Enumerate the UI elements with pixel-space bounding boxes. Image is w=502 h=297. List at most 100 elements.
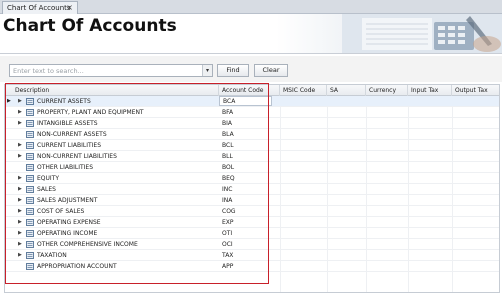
account-code-cell[interactable]: BIA — [219, 118, 272, 128]
description-cell[interactable]: PROPERTY, PLANT AND EQUIPMENT — [37, 107, 219, 117]
find-button[interactable]: Find — [217, 64, 249, 77]
account-code-cell[interactable]: INA — [219, 195, 272, 205]
description-cell[interactable]: SALES — [37, 184, 219, 194]
document-tabstrip: Chart Of Accounts × — [0, 0, 502, 14]
search-toolbar: ▾ Find Clear — [0, 56, 502, 82]
ledger-icon — [26, 230, 34, 237]
ledger-icon — [26, 109, 34, 116]
table-row[interactable]: ▶ COST OF SALES COG — [5, 206, 499, 217]
ledger-icon — [26, 175, 34, 182]
ledger-icon — [26, 153, 34, 160]
account-code-cell[interactable]: OTI — [219, 228, 272, 238]
account-code-cell[interactable]: OCI — [219, 239, 272, 249]
expand-arrow-icon[interactable]: ▶ — [18, 195, 22, 206]
close-icon[interactable]: × — [66, 2, 73, 14]
ledger-icon — [26, 98, 34, 105]
ledger-icon — [26, 263, 34, 270]
expand-arrow-icon[interactable]: ▶ — [18, 239, 22, 250]
description-cell[interactable]: CURRENT LIABILITIES — [37, 140, 219, 150]
table-row[interactable]: ▶ OPERATING INCOME OTI — [5, 228, 499, 239]
tab-chart-of-accounts[interactable]: Chart Of Accounts × — [2, 1, 78, 14]
ledger-icon — [26, 252, 34, 259]
expand-arrow-icon[interactable]: ▶ — [18, 217, 22, 228]
description-cell[interactable]: OPERATING EXPENSE — [37, 217, 219, 227]
expand-arrow-icon[interactable]: ▶ — [18, 206, 22, 217]
account-code-cell[interactable]: BLA — [219, 129, 272, 139]
description-cell[interactable]: OPERATING INCOME — [37, 228, 219, 238]
description-cell[interactable]: APPROPRIATION ACCOUNT — [37, 261, 219, 271]
column-header-sa[interactable]: SA — [327, 85, 366, 96]
account-code-cell[interactable]: BFA — [219, 107, 272, 117]
table-row[interactable]: ▶ ▶ CURRENT ASSETS BCA — [5, 96, 499, 107]
ledger-icon — [26, 208, 34, 215]
ledger-icon — [26, 219, 34, 226]
grid-header: Description Account Code MSIC Code SA Cu… — [5, 85, 499, 96]
description-cell[interactable]: INTANGIBLE ASSETS — [37, 118, 219, 128]
expand-arrow-icon[interactable]: ▶ — [18, 96, 22, 107]
table-row[interactable]: ▶ SALES INC — [5, 184, 499, 195]
table-row[interactable]: ▶ NON-CURRENT LIABILITIES BLL — [5, 151, 499, 162]
table-row[interactable]: NON-CURRENT ASSETS BLA — [5, 129, 499, 140]
account-code-cell[interactable]: TAX — [219, 250, 272, 260]
ledger-icon — [26, 142, 34, 149]
accounts-grid: Description Account Code MSIC Code SA Cu… — [4, 84, 500, 293]
description-cell[interactable]: COST OF SALES — [37, 206, 219, 216]
account-code-cell[interactable]: INC — [219, 184, 272, 194]
clear-button[interactable]: Clear — [254, 64, 288, 77]
current-row-icon: ▶ — [7, 98, 11, 104]
ledger-icon — [26, 186, 34, 193]
column-header-account-code[interactable]: Account Code — [219, 85, 280, 96]
description-cell[interactable]: OTHER COMPREHENSIVE INCOME — [37, 239, 219, 249]
ledger-icon — [26, 164, 34, 171]
table-row[interactable]: ▶ SALES ADJUSTMENT INA — [5, 195, 499, 206]
tab-label: Chart Of Accounts — [7, 4, 71, 12]
account-code-cell[interactable]: BOL — [219, 162, 272, 172]
description-cell[interactable]: SALES ADJUSTMENT — [37, 195, 219, 205]
column-header-output-tax[interactable]: Output Tax — [452, 85, 499, 96]
ledger-icon — [26, 120, 34, 127]
account-code-cell[interactable]: APP — [219, 261, 272, 271]
table-row[interactable]: ▶ PROPERTY, PLANT AND EQUIPMENT BFA — [5, 107, 499, 118]
expand-arrow-icon[interactable]: ▶ — [18, 250, 22, 261]
expand-arrow-icon[interactable]: ▶ — [18, 228, 22, 239]
ledger-icon — [26, 131, 34, 138]
expand-arrow-icon[interactable]: ▶ — [18, 184, 22, 195]
account-code-cell[interactable]: COG — [219, 206, 272, 216]
search-box: ▾ — [9, 64, 213, 77]
ledger-icon — [26, 241, 34, 248]
account-code-cell[interactable]: BEQ — [219, 173, 272, 183]
page-title: Chart Of Accounts — [3, 16, 177, 36]
table-row[interactable]: ▶ OPERATING EXPENSE EXP — [5, 217, 499, 228]
description-cell[interactable]: OTHER LIABILITIES — [37, 162, 219, 172]
account-code-cell[interactable]: EXP — [219, 217, 272, 227]
chevron-down-icon[interactable]: ▾ — [202, 65, 212, 76]
expand-arrow-icon[interactable]: ▶ — [18, 140, 22, 151]
ledger-icon — [26, 197, 34, 204]
description-cell[interactable]: CURRENT ASSETS — [37, 96, 219, 106]
calculator-banner-image — [342, 14, 502, 53]
expand-arrow-icon[interactable]: ▶ — [18, 107, 22, 118]
account-code-cell[interactable]: BLL — [219, 151, 272, 161]
page-header-banner: Chart Of Accounts — [0, 14, 502, 54]
table-row[interactable]: ▶ OTHER COMPREHENSIVE INCOME OCI — [5, 239, 499, 250]
description-cell[interactable]: NON-CURRENT ASSETS — [37, 129, 219, 139]
account-code-cell[interactable]: BCL — [219, 140, 272, 150]
table-row[interactable]: ▶ EQUITY BEQ — [5, 173, 499, 184]
description-cell[interactable]: NON-CURRENT LIABILITIES — [37, 151, 219, 161]
column-header-description[interactable]: Description — [5, 85, 219, 96]
table-row[interactable]: APPROPRIATION ACCOUNT APP — [5, 261, 499, 272]
column-header-currency[interactable]: Currency — [366, 85, 408, 96]
table-row[interactable]: OTHER LIABILITIES BOL — [5, 162, 499, 173]
table-row[interactable]: ▶ INTANGIBLE ASSETS BIA — [5, 118, 499, 129]
expand-arrow-icon[interactable]: ▶ — [18, 151, 22, 162]
expand-arrow-icon[interactable]: ▶ — [18, 118, 22, 129]
search-input[interactable] — [10, 65, 203, 76]
description-cell[interactable]: EQUITY — [37, 173, 219, 183]
column-header-input-tax[interactable]: Input Tax — [408, 85, 452, 96]
table-row[interactable]: ▶ TAXATION TAX — [5, 250, 499, 261]
account-code-cell[interactable]: BCA — [219, 96, 272, 106]
expand-arrow-icon[interactable]: ▶ — [18, 173, 22, 184]
column-header-msic-code[interactable]: MSIC Code — [280, 85, 327, 96]
table-row[interactable]: ▶ CURRENT LIABILITIES BCL — [5, 140, 499, 151]
description-cell[interactable]: TAXATION — [37, 250, 219, 260]
